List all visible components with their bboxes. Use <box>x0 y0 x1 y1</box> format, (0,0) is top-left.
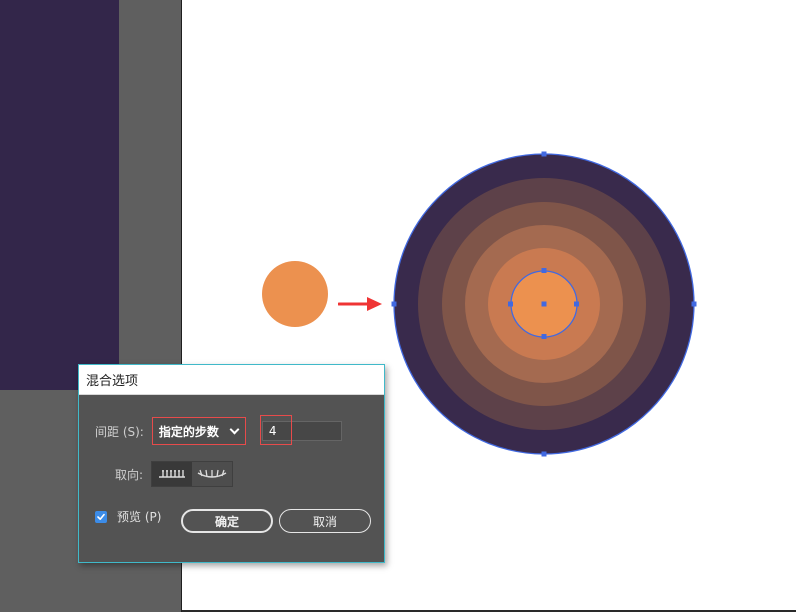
orientation-align-path-icon <box>197 469 227 478</box>
checkbox-checked-icon <box>97 513 105 520</box>
orientation-align-page-button[interactable] <box>152 462 193 486</box>
blend-circles[interactable] <box>388 148 700 460</box>
orientation-align-path-button[interactable] <box>192 462 233 486</box>
spacing-select[interactable]: 指定的步数 <box>151 417 246 445</box>
spacing-row: 间距 (S): 指定的步数 4 <box>95 415 342 445</box>
ok-button[interactable]: 确定 <box>181 509 273 533</box>
orientation-label: 取向: <box>115 467 144 482</box>
dialog-titlebar: 混合选项 <box>79 365 384 395</box>
orientation-align-page-icon <box>159 470 186 478</box>
arrow-right-icon <box>338 297 382 311</box>
source-circle[interactable] <box>262 261 328 327</box>
blend-options-dialog: 混合选项 间距 (S): 指定的步数 4 取向: 预览 (P) 确定 取消 <box>78 364 385 563</box>
orientation-row: 取向: <box>115 461 234 487</box>
orientation-toggle-group <box>151 461 234 487</box>
steps-input[interactable]: 4 <box>261 421 342 441</box>
dialog-title: 混合选项 <box>86 374 139 389</box>
preview-checkbox[interactable] <box>95 510 107 523</box>
purple-artboard <box>0 0 119 390</box>
preview-label: 预览 (P) <box>117 510 162 524</box>
cancel-button[interactable]: 取消 <box>279 509 371 533</box>
preview-row: 预览 (P) <box>95 508 161 525</box>
spacing-label: 间距 (S): <box>95 424 144 439</box>
steps-field-wrap: 4 <box>259 415 342 445</box>
